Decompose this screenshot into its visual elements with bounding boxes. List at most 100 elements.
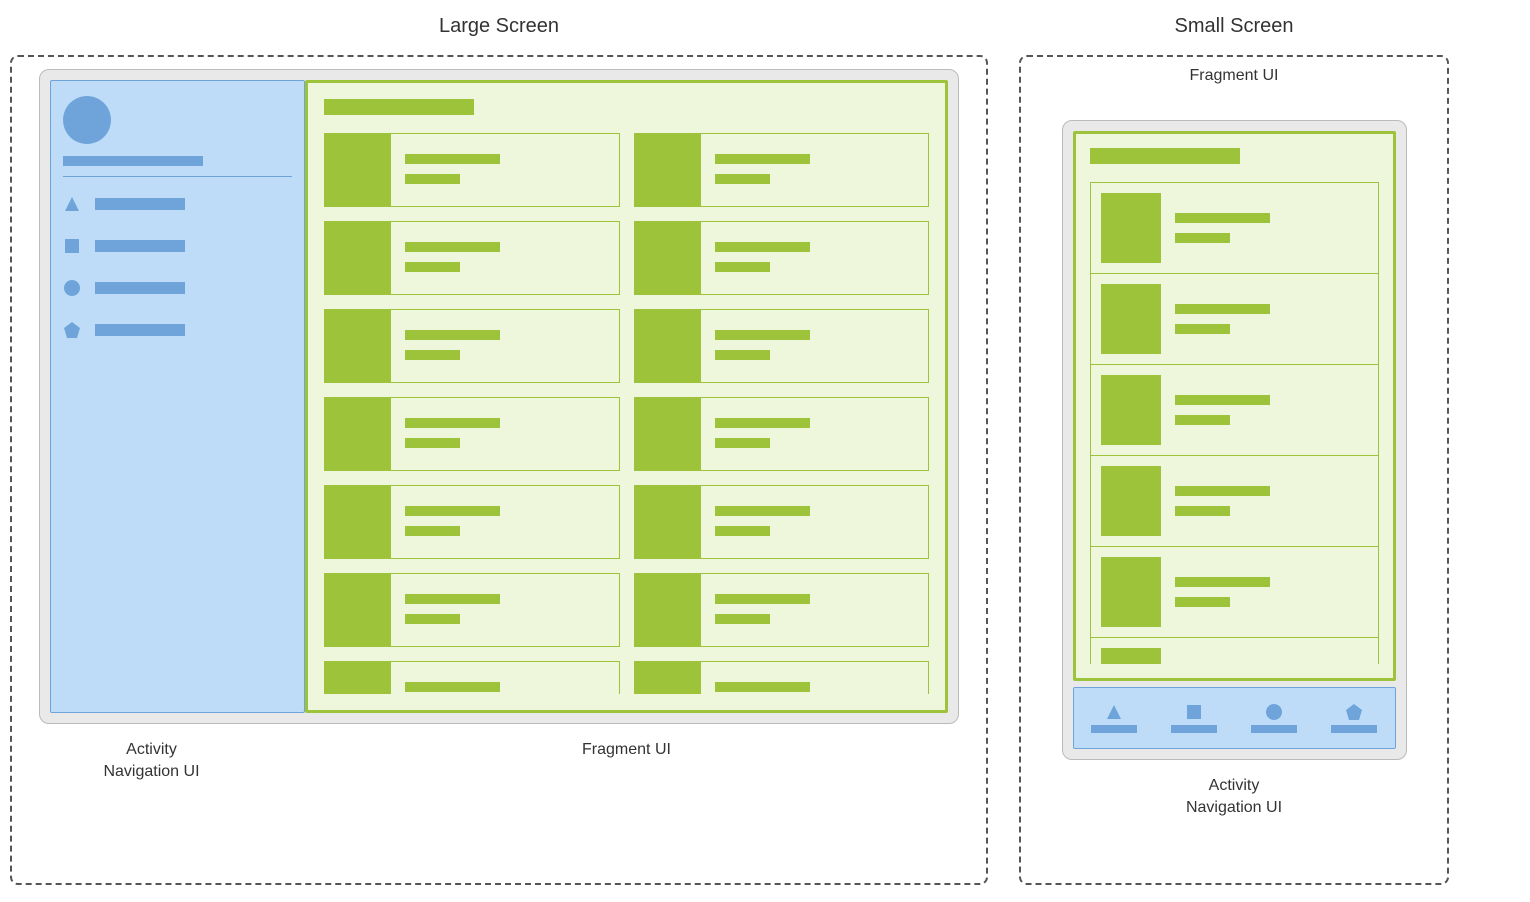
triangle-icon: [63, 195, 81, 213]
small-bottom-caption: Activity Navigation UI: [1033, 775, 1435, 820]
square-icon: [63, 237, 81, 255]
title-placeholder: [715, 594, 810, 604]
list-item[interactable]: [1090, 546, 1379, 638]
circle-icon: [1265, 703, 1283, 721]
list-item[interactable]: [634, 221, 930, 295]
list-item[interactable]: [1090, 182, 1379, 274]
large-screen-group: Activity Navigation UI Fragment UI: [10, 55, 988, 885]
sidebar-items: [63, 195, 292, 339]
list-item[interactable]: [1090, 455, 1379, 547]
thumbnail-placeholder: [635, 398, 701, 470]
subtitle-placeholder: [405, 262, 460, 272]
sidebar-item-label: [95, 324, 185, 336]
divider: [63, 176, 292, 177]
list-item[interactable]: [1090, 637, 1379, 664]
subtitle-placeholder: [405, 438, 460, 448]
small-screen-group: Fragment UI Activity Navigation UI: [1019, 55, 1449, 885]
thumbnail-placeholder: [1101, 375, 1161, 445]
sidebar-item[interactable]: [63, 237, 292, 255]
thumbnail-placeholder: [325, 222, 391, 294]
fragment-ui-large: [305, 80, 948, 713]
subtitle-placeholder: [1175, 506, 1230, 516]
subtitle-placeholder: [715, 174, 770, 184]
list-item[interactable]: [324, 133, 620, 207]
caption-navigation-ui: Navigation UI: [1033, 797, 1435, 819]
subtitle-placeholder: [405, 350, 460, 360]
thumbnail-placeholder: [325, 662, 391, 694]
caption-activity: Activity: [1033, 775, 1435, 797]
sidebar-item-label: [95, 240, 185, 252]
title-placeholder: [715, 418, 810, 428]
bottom-nav-label: [1091, 725, 1137, 733]
subtitle-placeholder: [715, 262, 770, 272]
list-item[interactable]: [634, 397, 930, 471]
subtitle-placeholder: [715, 614, 770, 624]
list-item[interactable]: [324, 221, 620, 295]
list-item[interactable]: [324, 309, 620, 383]
subtitle-placeholder: [715, 438, 770, 448]
large-captions: Activity Navigation UI Fragment UI: [24, 739, 974, 784]
cards-grid: [324, 133, 929, 694]
caption-fragment-ui-top: Fragment UI: [1033, 67, 1435, 85]
thumbnail-placeholder: [1101, 648, 1161, 664]
pentagon-icon: [1345, 703, 1363, 721]
title-placeholder: [405, 594, 500, 604]
thumbnail-placeholder: [325, 398, 391, 470]
circle-icon: [63, 279, 81, 297]
sidebar-item[interactable]: [63, 321, 292, 339]
sidebar-item-label: [95, 282, 185, 294]
title-placeholder: [405, 506, 500, 516]
caption-activity: Activity: [24, 739, 279, 761]
sidebar-item[interactable]: [63, 279, 292, 297]
cards-list: [1090, 182, 1379, 664]
thumbnail-placeholder: [325, 134, 391, 206]
large-screen-title: Large Screen: [10, 15, 988, 38]
thumbnail-placeholder: [635, 222, 701, 294]
caption-navigation-ui: Navigation UI: [24, 761, 279, 783]
navigation-sidebar: [50, 80, 305, 713]
list-item[interactable]: [634, 485, 930, 559]
username-placeholder: [63, 156, 203, 166]
thumbnail-placeholder: [325, 574, 391, 646]
list-item[interactable]: [634, 309, 930, 383]
bottom-nav-label: [1331, 725, 1377, 733]
list-item[interactable]: [634, 573, 930, 647]
list-item[interactable]: [1090, 273, 1379, 365]
subtitle-placeholder: [1175, 415, 1230, 425]
bottom-nav-item[interactable]: [1324, 703, 1384, 733]
bottom-nav-item[interactable]: [1164, 703, 1224, 733]
fragment-title-placeholder: [324, 99, 474, 115]
small-screen-title: Small Screen: [1019, 15, 1449, 38]
bottom-navigation: [1073, 687, 1396, 749]
bottom-nav-item[interactable]: [1244, 703, 1304, 733]
thumbnail-placeholder: [1101, 284, 1161, 354]
subtitle-placeholder: [715, 350, 770, 360]
sidebar-item[interactable]: [63, 195, 292, 213]
title-placeholder: [1175, 486, 1270, 496]
pentagon-icon: [63, 321, 81, 339]
title-placeholder: [1175, 577, 1270, 587]
bottom-nav-item[interactable]: [1084, 703, 1144, 733]
list-item[interactable]: [324, 661, 620, 694]
thumbnail-placeholder: [635, 134, 701, 206]
subtitle-placeholder: [1175, 597, 1230, 607]
list-item[interactable]: [634, 133, 930, 207]
title-placeholder: [405, 242, 500, 252]
list-item[interactable]: [324, 397, 620, 471]
title-placeholder: [405, 682, 500, 692]
bottom-nav-label: [1171, 725, 1217, 733]
thumbnail-placeholder: [635, 486, 701, 558]
list-item[interactable]: [1090, 364, 1379, 456]
title-placeholder: [405, 154, 500, 164]
title-placeholder: [1175, 213, 1270, 223]
list-item[interactable]: [634, 661, 930, 694]
thumbnail-placeholder: [1101, 193, 1161, 263]
square-icon: [1185, 703, 1203, 721]
thumbnail-placeholder: [635, 662, 701, 694]
list-item[interactable]: [324, 573, 620, 647]
list-item[interactable]: [324, 485, 620, 559]
large-device-frame: [39, 69, 959, 724]
subtitle-placeholder: [715, 526, 770, 536]
title-placeholder: [715, 154, 810, 164]
thumbnail-placeholder: [1101, 466, 1161, 536]
